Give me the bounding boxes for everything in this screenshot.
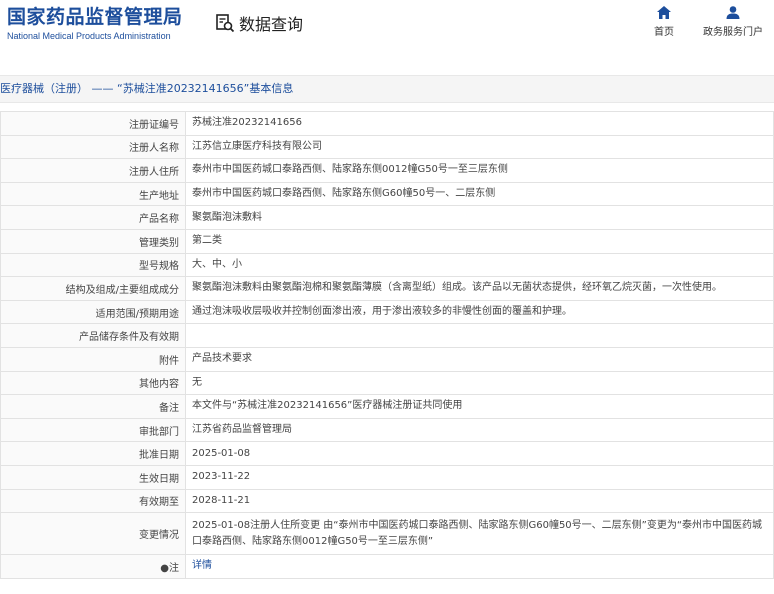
logo-english-title: National Medical Products Administration [7,31,171,41]
table-row: 生产地址 泰州市中国医药城口泰路西侧、陆家路东侧G60幢50号一、二层东侧 [0,181,774,207]
site-header: 国家药品监督管理局 National Medical Products Admi… [0,0,774,52]
field-label: 其他内容 [0,370,186,396]
table-row: 结构及组成/主要组成成分 聚氨酯泡沫敷料由聚氨酯泡棉和聚氨酯薄膜（含离型纸）组成。… [0,276,774,301]
table-row: 注册人名称 江苏信立康医疗科技有限公司 [0,134,774,160]
field-label: 审批部门 [0,417,186,443]
field-value: 聚氨酯泡沫敷料由聚氨酯泡棉和聚氨酯薄膜（含离型纸）组成。该产品以无菌状态提供，经… [185,276,774,301]
table-row: 产品储存条件及有效期 [0,323,774,348]
field-value [185,323,774,348]
table-row: 批准日期 2025-01-08 [0,441,774,466]
field-value: 产品技术要求 [185,346,774,372]
field-label: 产品名称 [0,205,186,230]
field-value: 聚氨酯泡沫敷料 [185,205,774,230]
field-value: 无 [185,370,774,396]
table-row: 附件 产品技术要求 [0,346,774,372]
field-label: 附件 [0,346,186,372]
field-value: 江苏省药品监督管理局 [185,417,774,443]
table-row: 备注 本文件与“苏械注准20232141656”医疗器械注册证共同使用 [0,394,774,419]
search-document-icon [216,14,235,33]
field-value: 苏械注准20232141656 [185,111,774,136]
field-label: 产品储存条件及有效期 [0,323,186,348]
table-row: 产品名称 聚氨酯泡沫敷料 [0,205,774,230]
table-row: 其他内容无 [0,370,774,396]
field-value: 2023-11-22 [185,464,774,490]
table-row: ●注 详情 [0,554,774,579]
site-logo[interactable]: 国家药品监督管理局 National Medical Products Admi… [7,6,183,41]
nav-home[interactable]: 首页 [653,6,675,38]
table-row: 注册人住所 泰州市中国医药城口泰路西侧、陆家路东侧0012幢G50号一至三层东侧 [0,158,774,183]
field-value: 泰州市中国医药城口泰路西侧、陆家路东侧0012幢G50号一至三层东侧 [185,158,774,183]
field-value: 通过泡沫吸收层吸收并控制创面渗出液，用于渗出液较多的非慢性创面的覆盖和护理。 [185,299,774,325]
nav-service-portal[interactable]: 政务服务门户 [701,6,765,38]
field-label: 批准日期 [0,441,186,466]
breadcrumb: 医疗器械（注册） —— “苏械注准20232141656”基本信息 [0,75,774,103]
table-row: 适用范围/预期用途 通过泡沫吸收层吸收并控制创面渗出液，用于渗出液较多的非慢性创面… [0,299,774,325]
nav-home-label: 首页 [654,27,674,38]
field-label: 注册人名称 [0,134,186,160]
data-query-label: 数据查询 [239,15,304,34]
field-label: 注册人住所 [0,158,186,183]
table-row: 生效日期 2023-11-22 [0,464,774,490]
field-label: ●注 [0,554,186,579]
field-label: 有效期至 [0,488,186,514]
logo-chinese-title: 国家药品监督管理局 [7,6,183,28]
field-label: 适用范围/预期用途 [0,299,186,325]
field-value: 2028-11-21 [185,488,774,514]
table-row: 管理类别 第二类 [0,228,774,254]
field-value: 第二类 [185,228,774,254]
table-row: 有效期至 2028-11-21 [0,488,774,514]
table-row: 注册证编号 苏械注准20232141656 [0,111,774,136]
details-link[interactable]: 详情 [192,560,212,571]
data-query-link[interactable]: 数据查询 [215,11,303,35]
field-value: 2025-01-08 [185,441,774,466]
field-value: 2025-01-08注册人住所变更 由“泰州市中国医药城口泰路西侧、陆家路东侧G… [185,512,774,556]
field-value: 本文件与“苏械注准20232141656”医疗器械注册证共同使用 [185,394,774,419]
table-row: 型号规格 大、中、小 [0,252,774,278]
field-label: 变更情况 [0,512,186,556]
table-row: 变更情况 2025-01-08注册人住所变更 由“泰州市中国医药城口泰路西侧、陆家… [0,512,774,556]
user-icon [726,6,740,19]
field-value: 大、中、小 [185,252,774,278]
field-label: 生效日期 [0,464,186,490]
field-label: 生产地址 [0,181,186,207]
info-table: 注册证编号 苏械注准20232141656 注册人名称 江苏信立康医疗科技有限公司 注册… [0,111,774,579]
field-label: 备注 [0,394,186,419]
field-value: 江苏信立康医疗科技有限公司 [185,134,774,160]
field-label: 型号规格 [0,252,186,278]
nav-portal-label: 政务服务门户 [703,27,763,38]
field-label: 管理类别 [0,228,186,254]
table-row: 审批部门 江苏省药品监督管理局 [0,417,774,443]
field-value: 泰州市中国医药城口泰路西侧、陆家路东侧G60幢50号一、二层东侧 [185,181,774,207]
field-value: 详情 [185,554,774,579]
home-icon [657,6,671,19]
field-label: 结构及组成/主要组成成分 [0,276,186,301]
field-label: 注册证编号 [0,111,186,136]
